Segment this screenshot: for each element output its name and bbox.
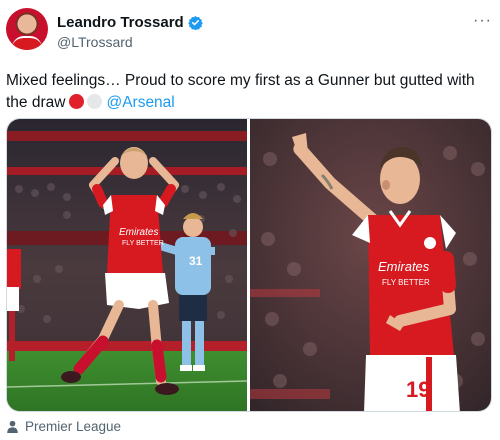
arsenal-mention-link[interactable]: @Arsenal — [106, 94, 174, 111]
svg-text:Emirates: Emirates — [378, 259, 430, 274]
user-handle[interactable]: @LTrossard — [57, 34, 133, 50]
avatar[interactable] — [6, 8, 48, 50]
display-name[interactable]: Leandro Trossard — [57, 14, 184, 31]
svg-text:FLY BETTER: FLY BETTER — [382, 278, 430, 287]
appeal-photo[interactable]: Emirates FLY BETTER 19 — [250, 119, 491, 411]
red-circle-emoji-icon — [69, 94, 85, 109]
verified-badge-icon — [187, 15, 203, 30]
svg-text:31: 31 — [189, 254, 203, 268]
name-row: Leandro Trossard — [57, 12, 203, 32]
white-circle-emoji-icon — [87, 94, 103, 109]
svg-text:19: 19 — [406, 377, 430, 402]
more-options-icon[interactable]: ··· — [473, 12, 492, 30]
media-credit: Premier League — [6, 416, 121, 436]
avatar-shirt — [12, 36, 42, 50]
svg-text:Emirates: Emirates — [119, 227, 158, 238]
media-grid: 31 Emirates FLY BETTER Emirates FLY BETT… — [6, 118, 492, 412]
tweet-header: Leandro Trossard @LTrossard ··· — [6, 6, 494, 56]
svg-text:FLY BETTER: FLY BETTER — [122, 240, 164, 247]
tagged-account-label[interactable]: Premier League — [25, 419, 121, 434]
person-icon — [7, 420, 18, 433]
celebration-photo[interactable]: 31 Emirates FLY BETTER — [7, 119, 247, 411]
tweet-text: Mixed feelings… Proud to score my first … — [6, 70, 492, 114]
